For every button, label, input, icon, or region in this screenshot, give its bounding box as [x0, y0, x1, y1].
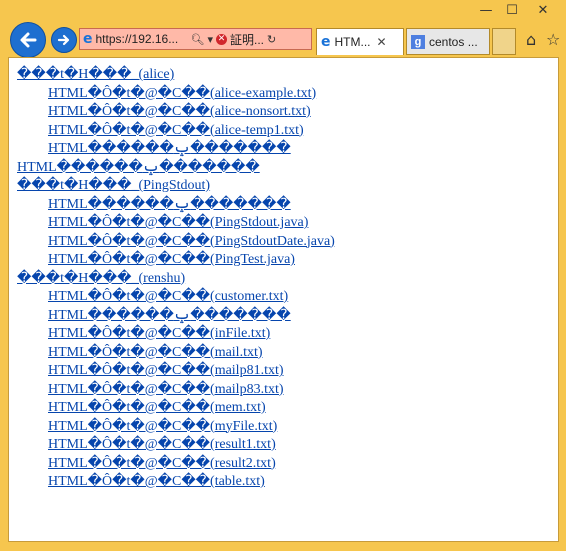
cert-error-icon[interactable]: ✕	[216, 33, 227, 45]
file-link[interactable]: HTML�Ô�t�@�C��(alice-temp1.txt)	[48, 123, 304, 138]
file-link[interactable]: HTML�Ô�t�@�C��(mailp83.txt)	[48, 382, 284, 397]
folder-link[interactable]: ���t�H���_(renshu)	[17, 271, 185, 286]
forward-arrow-icon	[57, 34, 70, 46]
tab-close-icon[interactable]: ✕	[377, 35, 387, 49]
new-tab-button[interactable]	[492, 28, 516, 55]
file-link[interactable]: HTML�Ô�t�@�C��(alice-nonsort.txt)	[48, 104, 311, 119]
close-button[interactable]: ✕	[526, 2, 560, 20]
file-link[interactable]: HTML�Ô�t�@�C��(PingStdoutDate.java)	[48, 234, 335, 249]
ie-page-icon: e	[83, 31, 93, 47]
file-link[interactable]: HTML������ݒ�������	[48, 141, 291, 156]
list-item: HTML�Ô�t�@�C��(mem.txt)	[17, 399, 558, 418]
file-link[interactable]: HTML�Ô�t�@�C��(myFile.txt)	[48, 419, 277, 434]
maximize-button[interactable]: ☐	[500, 2, 524, 20]
file-link[interactable]: HTML�Ô�t�@�C��(mail.txt)	[48, 345, 263, 360]
address-bar[interactable]: e https://192.16... 🔍︎ ▾ ✕ 証明... ↻	[79, 28, 312, 50]
list-item: HTML�Ô�t�@�C��(PingTest.java)	[17, 251, 558, 270]
ie-tab-icon: e	[321, 34, 331, 50]
list-item: HTML������ݒ�������	[17, 140, 558, 159]
file-link[interactable]: HTML�Ô�t�@�C��(result2.txt)	[48, 456, 276, 471]
list-item: HTML�Ô�t�@�C��(PingStdout.java)	[17, 214, 558, 233]
tab-centos[interactable]: g centos ...	[406, 28, 490, 55]
window-controls: — ☐ ✕	[474, 2, 560, 20]
list-item: HTML�Ô�t�@�C��(mail.txt)	[17, 344, 558, 363]
browser-window: — ☐ ✕ e https://192.16... 🔍︎ ▾ ✕ 証明... ↻…	[0, 0, 566, 551]
home-icon[interactable]: ⌂	[526, 30, 536, 49]
folder-link[interactable]: ���t�H���_(PingStdout)	[17, 178, 210, 193]
file-link[interactable]: HTML������ݒ�������	[48, 197, 291, 212]
tab-active[interactable]: e HTM... ✕	[316, 28, 404, 55]
list-item: HTML�Ô�t�@�C��(inFile.txt)	[17, 325, 558, 344]
minimize-button[interactable]: —	[474, 2, 498, 20]
dropdown-icon[interactable]: ▾	[207, 33, 213, 46]
list-item: ���t�H���_(alice)	[17, 66, 558, 85]
list-item: HTML�Ô�t�@�C��(table.txt)	[17, 473, 558, 492]
list-item: HTML�Ô�t�@�C��(alice-nonsort.txt)	[17, 103, 558, 122]
refresh-icon[interactable]: ↻	[267, 33, 276, 46]
back-arrow-icon	[20, 32, 37, 48]
file-link[interactable]: HTML�Ô�t�@�C��(PingStdout.java)	[48, 215, 308, 230]
file-link[interactable]: HTML�Ô�t�@�C��(mailp81.txt)	[48, 363, 284, 378]
file-link[interactable]: HTML�Ô�t�@�C��(table.txt)	[48, 474, 265, 489]
folder-link[interactable]: HTML������ݒ�������	[17, 160, 260, 175]
cert-label[interactable]: 証明...	[230, 31, 264, 48]
list-item: HTML�Ô�t�@�C��(alice-temp1.txt)	[17, 122, 558, 141]
list-item: HTML�Ô�t�@�C��(PingStdoutDate.java)	[17, 233, 558, 252]
forward-button[interactable]	[51, 27, 77, 53]
list-item: HTML�Ô�t�@�C��(alice-example.txt)	[17, 85, 558, 104]
file-link[interactable]: HTML�Ô�t�@�C��(mem.txt)	[48, 400, 266, 415]
file-link-list: ���t�H���_(alice) HTML�Ô�t�@�C��(alice-ex…	[9, 58, 558, 492]
back-button[interactable]	[10, 22, 46, 58]
tab-title: centos ...	[429, 34, 478, 49]
list-item: HTML������ݒ�������	[17, 307, 558, 326]
favorites-icon[interactable]: ☆	[546, 30, 560, 49]
file-link[interactable]: HTML�Ô�t�@�C��(inFile.txt)	[48, 326, 270, 341]
search-icon[interactable]: 🔍︎	[191, 33, 205, 46]
file-link[interactable]: HTML�Ô�t�@�C��(PingTest.java)	[48, 252, 295, 267]
list-item: HTML�Ô�t�@�C��(mailp81.txt)	[17, 362, 558, 381]
folder-link[interactable]: ���t�H���_(alice)	[17, 67, 174, 82]
file-link[interactable]: HTML�Ô�t�@�C��(alice-example.txt)	[48, 86, 316, 101]
list-item: ���t�H���_(PingStdout)	[17, 177, 558, 196]
list-item: HTML�Ô�t�@�C��(myFile.txt)	[17, 418, 558, 437]
list-item: HTML�Ô�t�@�C��(mailp83.txt)	[17, 381, 558, 400]
file-link[interactable]: HTML�Ô�t�@�C��(customer.txt)	[48, 289, 288, 304]
list-item: HTML������ݒ�������	[17, 196, 558, 215]
address-url[interactable]: https://192.16...	[96, 32, 188, 46]
list-item: HTML�Ô�t�@�C��(customer.txt)	[17, 288, 558, 307]
list-item: HTML�Ô�t�@�C��(result1.txt)	[17, 436, 558, 455]
list-item: ���t�H���_(renshu)	[17, 270, 558, 289]
list-item: HTML�Ô�t�@�C��(result2.txt)	[17, 455, 558, 474]
page-content: ���t�H���_(alice) HTML�Ô�t�@�C��(alice-ex…	[8, 57, 559, 542]
file-link[interactable]: HTML�Ô�t�@�C��(result1.txt)	[48, 437, 276, 452]
tab-title: HTM...	[334, 35, 371, 49]
google-icon: g	[411, 34, 425, 49]
list-item: HTML������ݒ�������	[17, 159, 558, 178]
file-link[interactable]: HTML������ݒ�������	[48, 308, 291, 323]
